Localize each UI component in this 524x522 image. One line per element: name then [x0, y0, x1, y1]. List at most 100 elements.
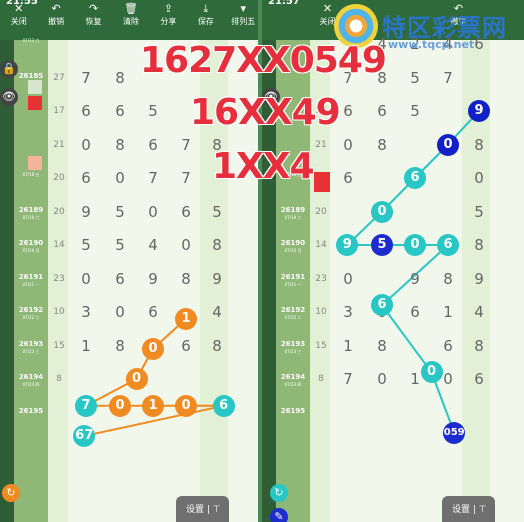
marked-digit[interactable]: 6	[404, 167, 426, 189]
digit-cell[interactable]: 3	[76, 303, 96, 321]
digit-cell[interactable]: 0	[338, 136, 358, 154]
digit-cell[interactable]: 9	[469, 270, 489, 288]
digit-cell[interactable]: 6	[176, 337, 196, 355]
digit-cell[interactable]: 8	[110, 337, 130, 355]
row-count: 14	[315, 240, 327, 250]
digit-cell[interactable]: 1	[438, 303, 458, 321]
digit-cell[interactable]: 5	[110, 203, 130, 221]
refresh-icon[interactable]: ↻	[2, 484, 20, 502]
marked-digit[interactable]: 7	[75, 394, 97, 417]
digit-cell[interactable]: 6	[338, 169, 358, 187]
digit-cell[interactable]: 6	[338, 102, 358, 120]
marked-digit[interactable]: 0	[109, 394, 131, 417]
digit-cell[interactable]: 0	[110, 303, 130, 321]
digit-cell[interactable]: 4	[143, 236, 163, 254]
digit-cell[interactable]: 7	[176, 169, 196, 187]
digit-cell[interactable]: 8	[176, 270, 196, 288]
marked-digit[interactable]: 0	[437, 133, 459, 156]
digit-cell[interactable]: 0	[76, 270, 96, 288]
marked-digit[interactable]: 6	[437, 234, 459, 256]
digit-cell[interactable]: 6	[110, 102, 130, 120]
marked-digit[interactable]: 0	[404, 234, 426, 256]
digit-cell[interactable]: 9	[207, 270, 227, 288]
issue-no: 26195	[280, 406, 306, 415]
digit-cell[interactable]: 6	[405, 303, 425, 321]
digit-cell[interactable]: 4	[207, 303, 227, 321]
digit-cell[interactable]: 5	[76, 236, 96, 254]
digit-cell[interactable]: 3	[338, 303, 358, 321]
marked-digit[interactable]: 5	[371, 234, 393, 256]
digit-cell[interactable]: 8	[438, 270, 458, 288]
marked-digit[interactable]: 0	[175, 394, 197, 417]
digit-cell[interactable]: 0	[143, 203, 163, 221]
pen-icon[interactable]: ✎	[270, 508, 288, 522]
digit-cell[interactable]: 7	[338, 370, 358, 388]
digit-cell[interactable]: 8	[207, 236, 227, 254]
digit-cell[interactable]: 8	[372, 337, 392, 355]
digit-cell[interactable]: 1	[76, 337, 96, 355]
digit-cell[interactable]: 0	[76, 136, 96, 154]
digit-cell[interactable]: 9	[143, 270, 163, 288]
digit-cell[interactable]: 8	[469, 236, 489, 254]
digit-cell[interactable]: 5	[469, 203, 489, 221]
digit-cell[interactable]: 7	[438, 69, 458, 87]
digit-cell[interactable]: 7	[76, 69, 96, 87]
digit-cell[interactable]: 7	[143, 169, 163, 187]
marked-digit[interactable]: 9	[468, 100, 490, 122]
digit-cell[interactable]: 8	[469, 136, 489, 154]
digit-cell[interactable]: 5	[207, 203, 227, 221]
digit-cell[interactable]: 6	[110, 270, 130, 288]
digit-cell[interactable]: 4	[469, 303, 489, 321]
refresh-icon[interactable]: ↻	[270, 484, 288, 502]
overlay-line-2: 16XX49	[190, 92, 341, 133]
settings-tab[interactable]: 设置 | ⊤	[442, 496, 495, 522]
digit-cell[interactable]: 6	[76, 102, 96, 120]
overlay-line-3: 1XX4	[212, 146, 315, 187]
eye-icon[interactable]: 👁	[0, 88, 18, 106]
marked-digit[interactable]: 059	[443, 421, 466, 444]
digit-cell[interactable]: 1	[338, 337, 358, 355]
digit-cell[interactable]: 8	[207, 337, 227, 355]
digit-cell[interactable]: 6	[143, 136, 163, 154]
marked-digit[interactable]: 0	[142, 337, 164, 360]
digit-cell[interactable]: 8	[469, 337, 489, 355]
issue-no: 26195	[18, 406, 44, 415]
digit-cell[interactable]: 5	[405, 102, 425, 120]
digit-cell[interactable]: 6	[143, 303, 163, 321]
digit-cell[interactable]: 8	[110, 69, 130, 87]
color-swatch	[28, 96, 42, 110]
marked-digit[interactable]: 0	[371, 200, 393, 223]
marked-digit[interactable]: 6	[212, 394, 235, 417]
digit-cell[interactable]: 8	[372, 136, 392, 154]
marked-digit[interactable]: 0	[125, 368, 148, 390]
digit-cell[interactable]: 6	[372, 102, 392, 120]
digit-cell[interactable]: 6	[176, 203, 196, 221]
digit-cell[interactable]: 0	[110, 169, 130, 187]
row-count: 14	[53, 240, 65, 250]
issue-no: 26194	[18, 373, 44, 381]
digit-cell[interactable]: 0	[338, 270, 358, 288]
digit-cell[interactable]: 0	[372, 370, 392, 388]
settings-tab[interactable]: 设置 | ⊤	[176, 496, 229, 522]
marked-digit[interactable]: 1	[142, 394, 164, 417]
marked-digit[interactable]: 1	[175, 307, 197, 330]
digit-cell[interactable]: 7	[176, 136, 196, 154]
issue-date: 07/21 一	[22, 281, 40, 287]
row-count: 8	[56, 374, 62, 384]
digit-cell[interactable]: 5	[143, 102, 163, 120]
digit-cell[interactable]: 5	[110, 236, 130, 254]
digit-cell[interactable]: 0	[176, 236, 196, 254]
digit-cell[interactable]: 9	[405, 270, 425, 288]
overlay-line-1: 1627XX0549	[140, 40, 387, 81]
lock-icon[interactable]: 🔒	[0, 60, 18, 78]
digit-cell[interactable]: 8	[110, 136, 130, 154]
digit-cell[interactable]: 9	[76, 203, 96, 221]
digit-cell[interactable]: 6	[438, 337, 458, 355]
digit-cell[interactable]: 0	[469, 169, 489, 187]
digit-cell[interactable]: 5	[405, 69, 425, 87]
digit-cell[interactable]: 6	[76, 169, 96, 187]
row-count: 23	[53, 273, 65, 284]
digit-cell[interactable]: 6	[469, 370, 489, 388]
issue-number: 26193 07/23 三	[276, 340, 310, 354]
marked-digit[interactable]: 0	[420, 361, 443, 384]
